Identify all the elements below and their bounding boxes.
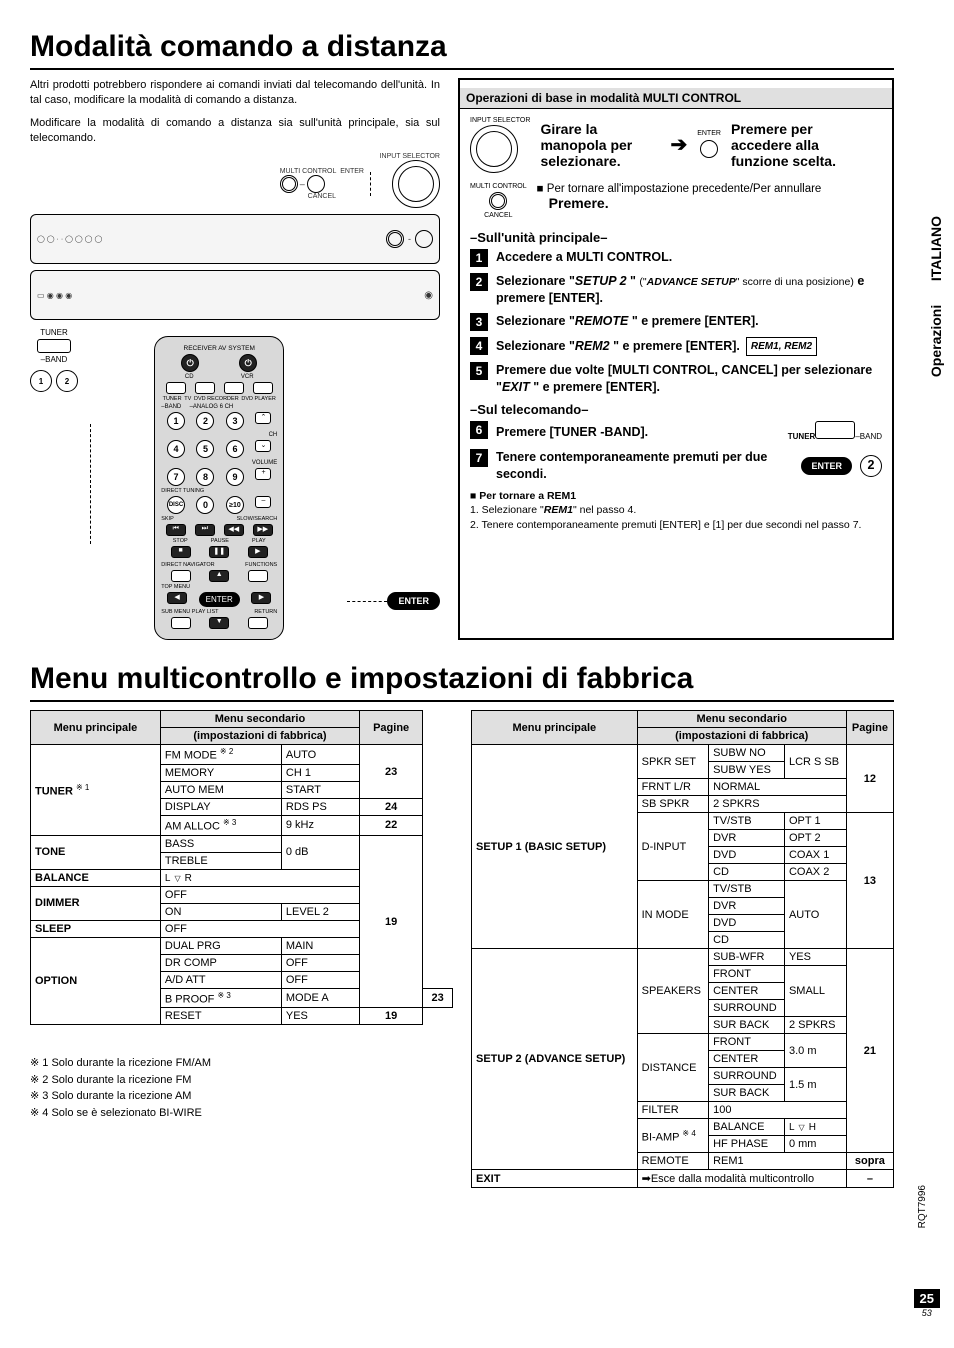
step-1: 1 bbox=[470, 249, 488, 267]
device-front-panel-diagram: ◯ ◯ · · ◯ ◯ ◯ ◯ - bbox=[30, 214, 440, 264]
inputsel-label: INPUT SELECTOR bbox=[210, 153, 440, 160]
num-2-icon: 2 bbox=[860, 455, 882, 477]
doc-code: RQT7996 bbox=[917, 1185, 928, 1228]
step6-text: Premere [TUNER -BAND]. bbox=[496, 424, 648, 441]
tuner-control-diagram: TUNER –BAND 12 bbox=[30, 328, 78, 392]
enter-callout: ENTER bbox=[387, 592, 440, 610]
step-3: 3 bbox=[470, 313, 488, 331]
settings-table-left: Menu principale Menu secondario Pagine (… bbox=[30, 710, 453, 1025]
th-menu: Menu principale bbox=[31, 711, 161, 745]
settings-table-right: Menu principale Menu secondario Pagine (… bbox=[471, 710, 894, 1188]
th-page: Pagine bbox=[360, 711, 423, 745]
step-4: 4 bbox=[470, 337, 488, 355]
enter-circle-icon bbox=[307, 175, 325, 193]
th-sub: Menu secondario bbox=[160, 711, 359, 728]
page-title-2: Menu multicontrollo e impostazioni di fa… bbox=[30, 662, 894, 696]
step5-text: Premere due volte [MULTI CONTROL, CANCEL… bbox=[496, 362, 882, 396]
remote-heading: –Sul telecomando– bbox=[470, 402, 882, 417]
cancel-label: CANCEL bbox=[280, 193, 364, 201]
multi-label: MULTI CONTROL bbox=[470, 183, 527, 191]
side-tabs: Operazioni ITALIANO bbox=[928, 210, 944, 383]
divider bbox=[30, 700, 894, 702]
page-number: 25 53 bbox=[914, 1289, 940, 1318]
th-subnote: (impostazioni di fabbrica) bbox=[637, 728, 846, 745]
rem-options-box: REM1, REM2 bbox=[746, 337, 817, 357]
remote-diagram: RECEIVER AV SYSTEM ⏻⏻ CDVCR TUNERTVDVD R… bbox=[154, 336, 284, 640]
device-front-strip-diagram: ▭ ◉ ◉ ◉◉ bbox=[30, 270, 440, 320]
th-page: Pagine bbox=[846, 711, 893, 745]
step-5: 5 bbox=[470, 362, 488, 380]
enter-button-icon: ENTER bbox=[801, 457, 852, 475]
step4-text: Selezionare "REM2 " e premere [ENTER]. R… bbox=[496, 337, 882, 357]
step1-text: Accedere a MULTI CONTROL. bbox=[496, 250, 672, 264]
footnotes: ※ 1 Solo durante la ricezione FM/AM ※ 2 … bbox=[30, 1055, 453, 1121]
intro-2: Modificare la modalità di comando a dist… bbox=[30, 116, 440, 146]
step-6: 6 bbox=[470, 421, 488, 439]
knob-icon bbox=[470, 125, 518, 173]
cancel-label: CANCEL bbox=[470, 212, 527, 220]
divider bbox=[30, 68, 894, 70]
step2-text: Selezionare "SETUP 2 " ("ADVANCE SETUP" … bbox=[496, 273, 882, 307]
ops-header: Operazioni di base in modalità MULTI CON… bbox=[460, 88, 892, 109]
step-7: 7 bbox=[470, 449, 488, 467]
page-title-1: Modalità comando a distanza bbox=[30, 30, 894, 64]
step-2: 2 bbox=[470, 273, 488, 291]
operations-panel: Operazioni di base in modalità MULTI CON… bbox=[458, 78, 894, 640]
input-selector-knob-icon bbox=[392, 160, 440, 208]
enter-label: ENTER bbox=[697, 130, 721, 138]
premere-text: Premere per accedere alla funzione scelt… bbox=[731, 121, 841, 169]
multi-knob-icon bbox=[489, 192, 507, 210]
th-sub: Menu secondario bbox=[637, 711, 846, 728]
th-menu: Menu principale bbox=[472, 711, 638, 745]
arrow-icon: ➔ bbox=[670, 132, 687, 157]
enter-circle-icon bbox=[700, 140, 718, 158]
girare-text: Girare la manopola per selezionare. bbox=[540, 121, 660, 169]
inputsel-label: INPUT SELECTOR bbox=[470, 117, 530, 125]
unit-heading: –Sull'unità principale– bbox=[470, 230, 882, 245]
back-press: Premere. bbox=[537, 195, 882, 211]
return-note: ■ Per tornare a REM1 1. Selezionare "REM… bbox=[470, 489, 882, 533]
th-subnote: (impostazioni di fabbrica) bbox=[160, 728, 359, 745]
back-note: ■ Per tornare all'impostazione precedent… bbox=[537, 183, 882, 195]
step3-text: Selezionare "REMOTE " e premere [ENTER]. bbox=[496, 313, 882, 330]
multi-knob-icon bbox=[280, 175, 298, 193]
unit-control-diagram: INPUT SELECTOR MULTI CONTROL ENTER – CAN… bbox=[210, 153, 440, 208]
tuner-band-icon: TUNER–BAND bbox=[788, 421, 882, 443]
intro-1: Altri prodotti potrebbero rispondere ai … bbox=[30, 78, 440, 108]
step7-text: Tenere contemporaneamente premuti per du… bbox=[496, 449, 793, 483]
multi-control-label: MULTI CONTROL ENTER bbox=[280, 168, 364, 176]
